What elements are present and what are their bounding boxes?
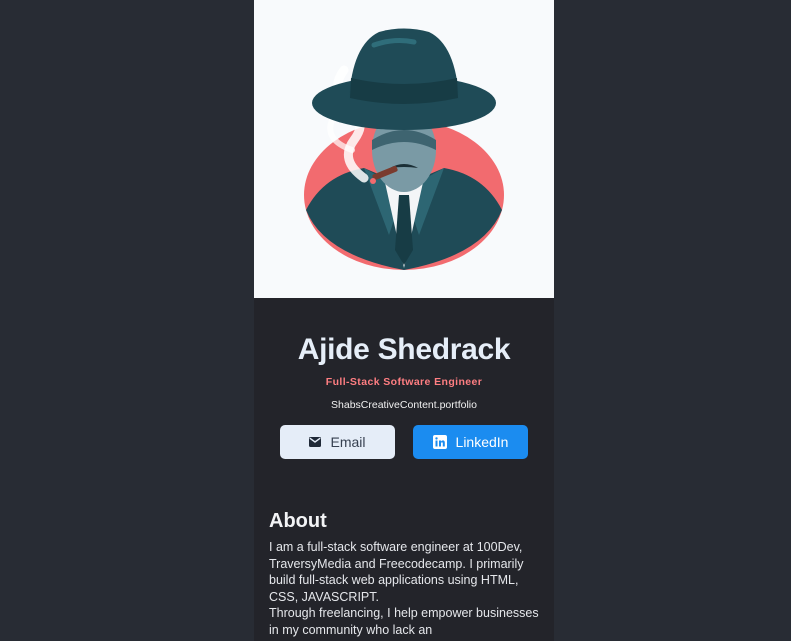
profile-image <box>254 0 554 298</box>
about-text: I am a full-stack software engineer at 1… <box>269 539 539 638</box>
email-button[interactable]: Email <box>280 425 395 459</box>
about-section: About I am a full-stack software enginee… <box>254 509 554 638</box>
profile-name: Ajide Shedrack <box>297 333 511 366</box>
linkedin-icon <box>432 435 447 449</box>
profile-info: Ajide Shedrack Full-Stack Software Engin… <box>254 298 554 459</box>
about-paragraph: I am a full-stack software engineer at 1… <box>269 540 524 604</box>
profile-card: Ajide Shedrack Full-Stack Software Engin… <box>254 0 554 641</box>
profile-website[interactable]: ShabsCreativeContent.portfolio <box>254 399 554 412</box>
contact-buttons: Email LinkedIn <box>254 425 554 459</box>
profile-title: Full-Stack Software Engineer <box>325 376 483 388</box>
detective-avatar-illustration <box>304 28 504 270</box>
about-heading: About <box>269 510 327 532</box>
linkedin-button-label: LinkedIn <box>455 434 509 450</box>
about-paragraph: Through freelancing, I help empower busi… <box>269 606 539 637</box>
mail-icon <box>309 437 322 447</box>
email-button-label: Email <box>330 434 366 450</box>
linkedin-button[interactable]: LinkedIn <box>413 425 528 459</box>
